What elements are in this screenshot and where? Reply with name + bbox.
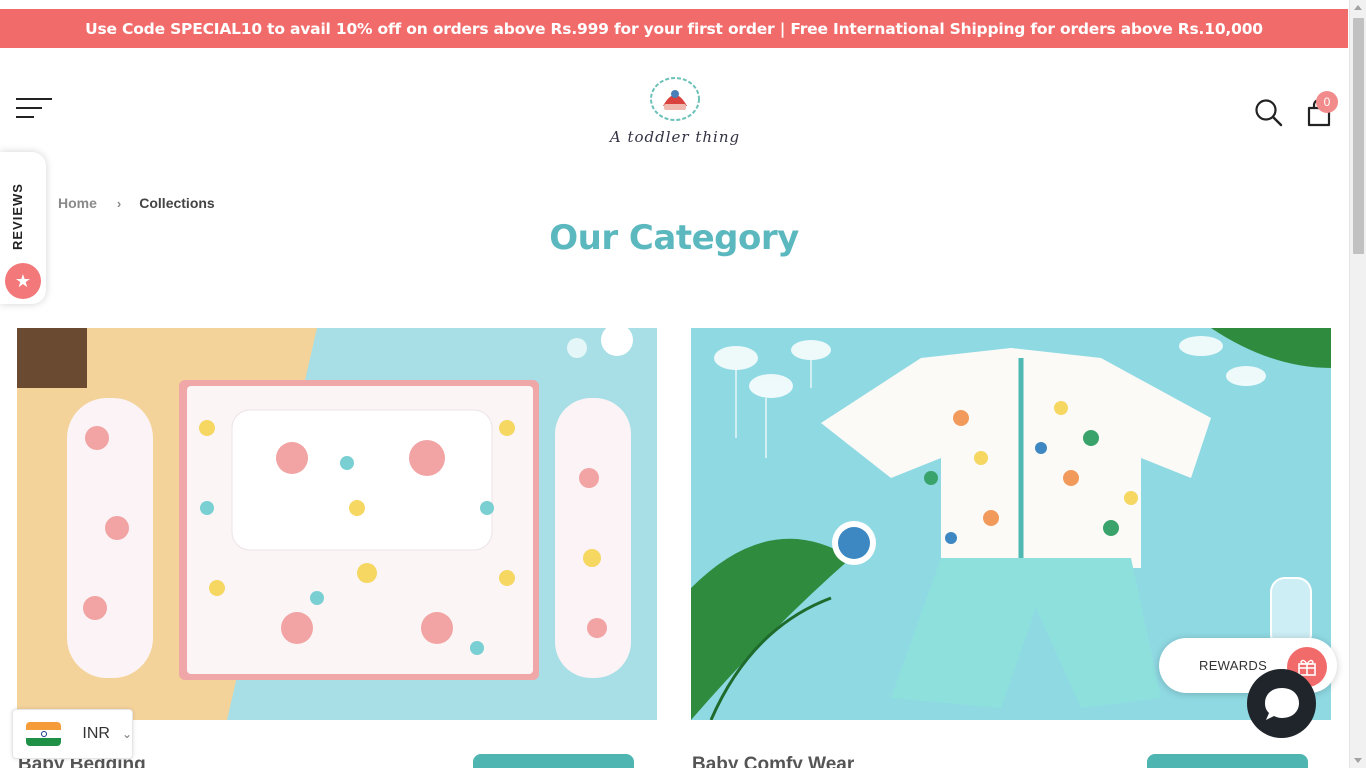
currency-selector[interactable]: INR ⌄ (12, 709, 133, 759)
scrollbar-thumb[interactable] (1353, 18, 1364, 254)
scroll-up-arrow-icon[interactable] (1354, 5, 1362, 10)
logo[interactable]: A toddler thing (600, 74, 750, 154)
currency-code: INR (82, 725, 110, 742)
india-flag-icon (26, 722, 62, 746)
cart-count-badge: 0 (1316, 91, 1338, 113)
category-card-baby-comfy-wear[interactable]: Baby Comfy Wear (691, 328, 1331, 768)
breadcrumb-home[interactable]: Home (58, 195, 97, 211)
page-scrollbar[interactable] (1349, 0, 1366, 768)
chevron-right-icon: › (116, 195, 122, 211)
chevron-down-icon: ⌄ (121, 727, 132, 741)
announcement-bar: Use Code SPECIAL10 to avail 10% off on o… (0, 9, 1348, 48)
chat-bubble-icon[interactable] (1247, 669, 1316, 738)
baby-bedding-photo[interactable] (17, 328, 657, 720)
category-shop-button[interactable] (1147, 754, 1308, 768)
logo-mark-icon (650, 77, 700, 121)
scroll-down-arrow-icon[interactable] (1354, 758, 1362, 763)
breadcrumb-current: Collections (139, 195, 215, 211)
menu-icon[interactable] (16, 96, 54, 122)
breadcrumb: Home › Collections (58, 195, 215, 211)
category-shop-button[interactable] (473, 754, 634, 768)
page: Use Code SPECIAL10 to avail 10% off on o… (0, 0, 1366, 768)
category-title[interactable]: Baby Comfy Wear (692, 754, 854, 768)
announcement-text: Use Code SPECIAL10 to avail 10% off on o… (85, 19, 1263, 38)
rewards-label: REWARDS (1199, 658, 1268, 673)
category-card-baby-bedding[interactable]: Baby Bedding (17, 328, 657, 768)
search-icon[interactable] (1254, 98, 1284, 128)
page-title: Our Category (549, 218, 799, 258)
logo-text: A toddler thing (609, 128, 741, 146)
star-icon: ★ (5, 263, 41, 299)
